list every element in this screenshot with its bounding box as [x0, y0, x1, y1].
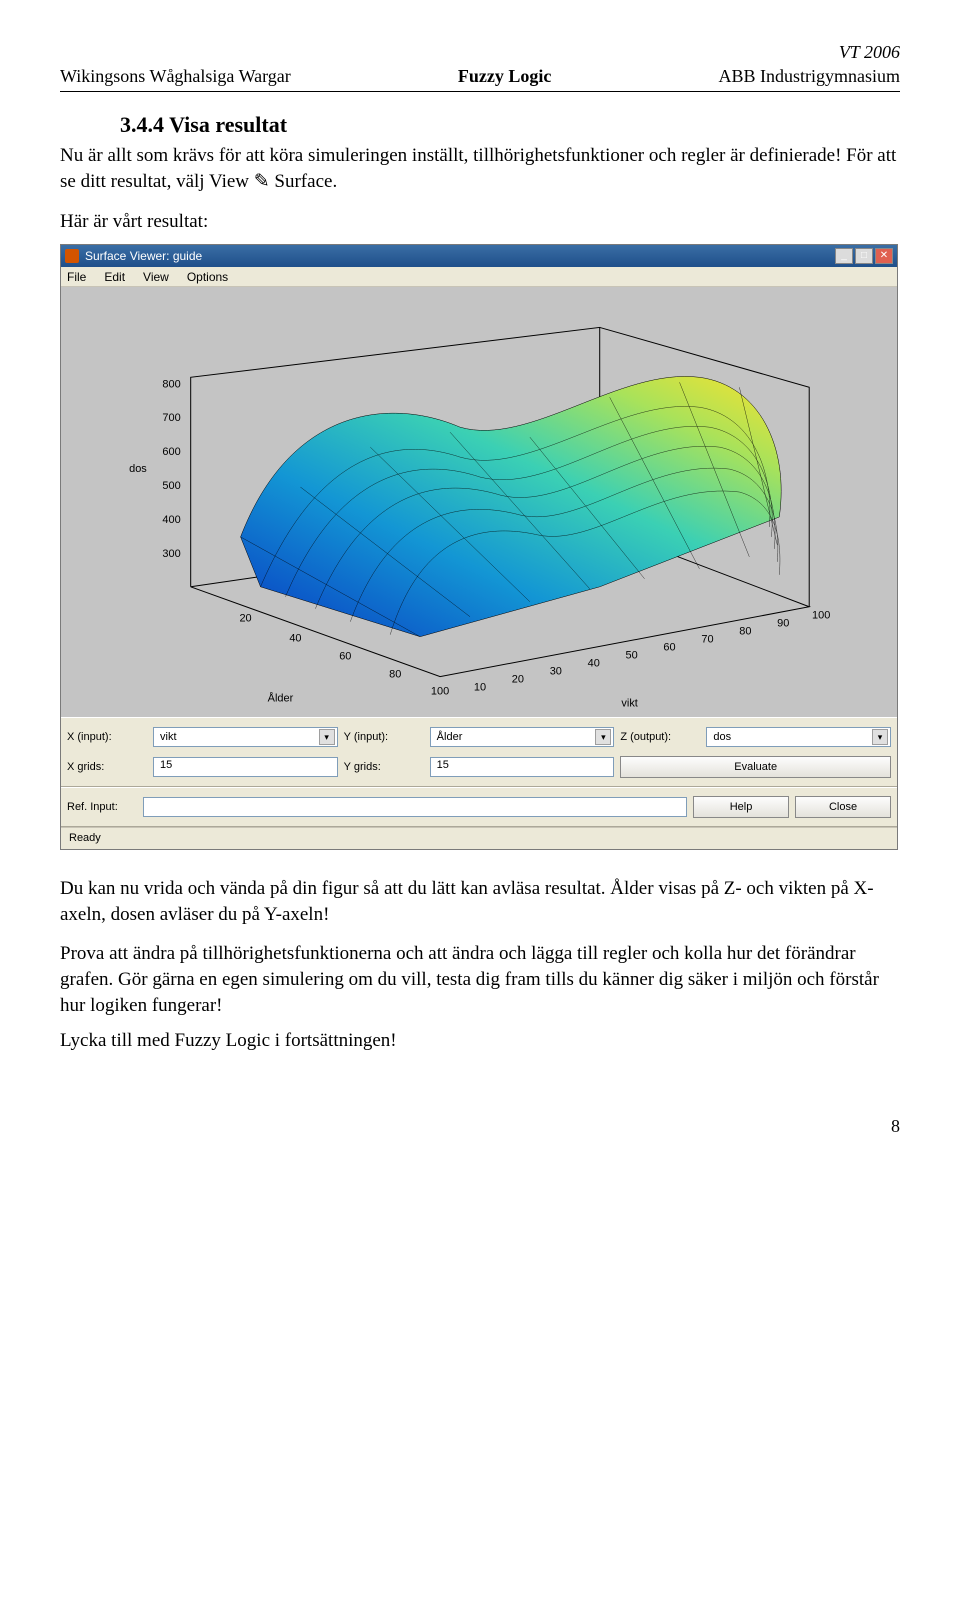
y-tick: 20 — [512, 674, 524, 686]
y-tick: 30 — [550, 666, 562, 678]
x-input-label: X (input): — [67, 730, 147, 745]
y-grids-label: Y grids: — [344, 760, 424, 775]
y-tick: 100 — [812, 610, 830, 622]
header-left: Wikingsons Wåghalsiga Wargar — [60, 64, 291, 88]
page-number: 8 — [60, 1114, 900, 1138]
x-tick: 60 — [339, 651, 351, 663]
paragraph-4: Prova att ändra på tillhörighetsfunktion… — [60, 941, 900, 1018]
y-input-label: Y (input): — [344, 730, 424, 745]
x-input-select[interactable]: vikt ▾ — [153, 727, 338, 747]
app-icon — [65, 249, 79, 263]
status-text: Ready — [69, 831, 101, 846]
menu-edit[interactable]: Edit — [104, 269, 125, 285]
surface-plot-svg: 300 400 500 600 700 800 dos 20 40 60 80 … — [61, 287, 897, 717]
window-title: Surface Viewer: guide — [85, 248, 835, 264]
x-grids-input[interactable]: 15 — [153, 757, 338, 777]
y-tick: 60 — [663, 642, 675, 654]
x-tick: 100 — [431, 686, 449, 698]
controls-panel-axes: X (input): vikt ▾ Y (input): Ålder ▾ Z (… — [61, 717, 897, 787]
y-axis-label: vikt — [621, 698, 637, 710]
help-button[interactable]: Help — [693, 796, 789, 818]
z-tick: 700 — [162, 412, 180, 424]
z-output-value: dos — [713, 730, 731, 745]
header-right-top: VT 2006 — [60, 40, 900, 64]
chevron-down-icon: ▾ — [595, 729, 611, 745]
z-tick: 300 — [162, 548, 180, 560]
x-tick: 40 — [289, 633, 301, 645]
chevron-down-icon: ▾ — [319, 729, 335, 745]
section-title: 3.4.4 Visa resultat — [120, 110, 900, 140]
z-output-label: Z (output): — [620, 730, 700, 745]
paragraph-1: Nu är allt som krävs för att köra simule… — [60, 143, 900, 194]
menubar: File Edit View Options — [61, 267, 897, 287]
y-input-value: Ålder — [437, 730, 463, 745]
x-grids-label: X grids: — [67, 760, 147, 775]
evaluate-button[interactable]: Evaluate — [620, 756, 891, 778]
menu-file[interactable]: File — [67, 269, 86, 285]
controls-panel-refinput: Ref. Input: Help Close — [61, 787, 897, 827]
y-tick: 80 — [739, 626, 751, 638]
menu-options[interactable]: Options — [187, 269, 228, 285]
menu-view[interactable]: View — [143, 269, 169, 285]
ref-input-label: Ref. Input: — [67, 800, 137, 815]
header-divider — [60, 91, 900, 92]
x-tick: 80 — [389, 669, 401, 681]
x-input-value: vikt — [160, 730, 177, 745]
paragraph-2: Här är vårt resultat: — [60, 209, 900, 235]
close-window-button[interactable]: ✕ — [875, 248, 893, 264]
z-axis-label: dos — [129, 463, 147, 475]
z-tick: 600 — [162, 446, 180, 458]
maximize-button[interactable]: □ — [855, 248, 873, 264]
x-tick: 20 — [239, 613, 251, 625]
y-tick: 10 — [474, 682, 486, 694]
chevron-down-icon: ▾ — [872, 729, 888, 745]
minimize-button[interactable]: _ — [835, 248, 853, 264]
y-grids-input[interactable]: 15 — [430, 757, 615, 777]
window-titlebar[interactable]: Surface Viewer: guide _ □ ✕ — [61, 245, 897, 267]
page-header: VT 2006 Wikingsons Wåghalsiga Wargar Fuz… — [60, 40, 900, 92]
header-right: ABB Industrigymnasium — [718, 64, 900, 88]
header-center: Fuzzy Logic — [291, 64, 719, 88]
status-bar: Ready — [61, 827, 897, 849]
close-button[interactable]: Close — [795, 796, 891, 818]
paragraph-3: Du kan nu vrida och vända på din figur s… — [60, 876, 900, 927]
y-tick: 50 — [626, 650, 638, 662]
y-tick: 40 — [588, 658, 600, 670]
ref-input-field[interactable] — [143, 797, 687, 817]
y-input-select[interactable]: Ålder ▾ — [430, 727, 615, 747]
paragraph-5: Lycka till med Fuzzy Logic i fortsättnin… — [60, 1028, 900, 1054]
x-axis-label: Ålder — [268, 692, 294, 705]
plot-area[interactable]: 300 400 500 600 700 800 dos 20 40 60 80 … — [61, 287, 897, 717]
z-tick: 400 — [162, 514, 180, 526]
surface-viewer-window: Surface Viewer: guide _ □ ✕ File Edit Vi… — [60, 244, 898, 850]
y-tick: 90 — [777, 618, 789, 630]
z-output-select[interactable]: dos ▾ — [706, 727, 891, 747]
y-tick: 70 — [701, 634, 713, 646]
z-tick: 800 — [162, 378, 180, 390]
surface-mesh — [241, 377, 782, 637]
z-tick: 500 — [162, 480, 180, 492]
